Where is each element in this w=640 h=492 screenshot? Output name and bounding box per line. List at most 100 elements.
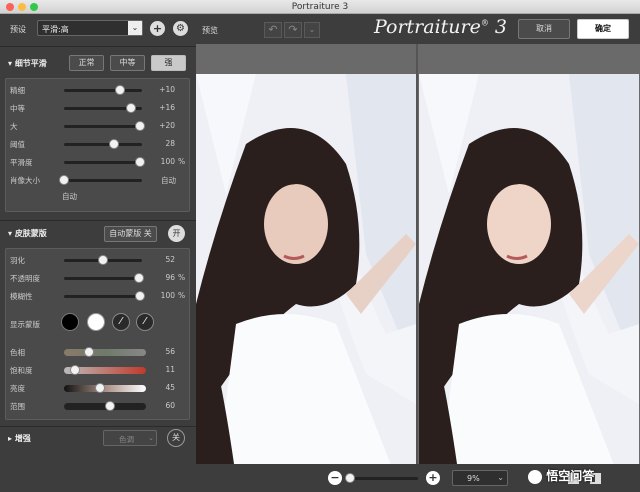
- slider-value: 28: [165, 139, 175, 148]
- close-window-button[interactable]: [6, 3, 14, 11]
- slider-value: 56: [165, 347, 175, 356]
- chevron-down-icon: ▾: [8, 59, 15, 68]
- slider-track[interactable]: [64, 273, 144, 283]
- slider-label: 范围: [10, 402, 25, 411]
- ok-button[interactable]: 确定: [577, 19, 629, 39]
- slider-track[interactable]: [64, 365, 146, 375]
- show-mask-label: 显示蒙版: [10, 320, 40, 329]
- slider-track[interactable]: [64, 255, 142, 265]
- auto-mask-button[interactable]: 自动蒙版 关: [104, 226, 157, 242]
- mode-strong-button[interactable]: 强: [151, 55, 186, 71]
- add-preset-button[interactable]: +: [150, 21, 165, 36]
- chevron-down-icon: ⌄: [128, 21, 142, 35]
- slider-value: 100: [160, 157, 175, 166]
- detail-smoothing-group: 精细 +10 中等 +16 大 +20 阈值 28 平滑度 100% 肖像大小 自动 自动: [5, 78, 190, 212]
- slider-row: 模糊性 100%: [6, 289, 191, 303]
- slider-row: 大 +20: [6, 119, 191, 133]
- slider-knob[interactable]: [134, 121, 145, 131]
- slider-row: 不透明度 96%: [6, 271, 191, 285]
- slider-track[interactable]: [64, 383, 146, 393]
- slider-label: 色相: [10, 348, 25, 357]
- slider-knob[interactable]: [134, 157, 145, 167]
- slider-track[interactable]: [64, 347, 146, 357]
- zoom-slider-track[interactable]: [345, 473, 418, 483]
- gear-icon[interactable]: ⚙: [173, 21, 188, 36]
- slider-unit: %: [178, 291, 186, 300]
- slider-knob[interactable]: [69, 365, 80, 375]
- preset-label: 预设: [10, 25, 26, 34]
- slider-knob[interactable]: [98, 255, 108, 265]
- slider-label: 肖像大小: [10, 176, 40, 185]
- mode-normal-button[interactable]: 正常: [69, 55, 104, 71]
- zoom-value: 9%: [467, 474, 480, 483]
- chevron-down-icon: ▾: [8, 229, 15, 238]
- cancel-button[interactable]: 取消: [518, 19, 570, 39]
- slider-knob[interactable]: [115, 85, 126, 95]
- slider-unit: %: [178, 273, 186, 282]
- slider-track[interactable]: [64, 121, 145, 131]
- slider-knob[interactable]: [95, 383, 106, 393]
- skin-mask-group: 羽化 52 不透明度 96% 模糊性 100% 显示蒙版 ⁄ ⁄ 色相 56 饱和度 11 亮度 4…: [5, 248, 190, 420]
- chevron-down-icon: ⌄: [497, 473, 504, 482]
- slider-label: 模糊性: [10, 292, 33, 301]
- skin-mask-title: 皮肤蒙版: [14, 229, 47, 238]
- white-mask-swatch[interactable]: [87, 313, 105, 331]
- slider-knob[interactable]: [126, 103, 137, 113]
- window-title: Portraiture 3: [291, 2, 349, 12]
- slider-knob[interactable]: [108, 139, 119, 149]
- zoom-select[interactable]: 9% ⌄: [452, 470, 508, 486]
- black-mask-swatch[interactable]: [61, 313, 79, 331]
- redo-icon[interactable]: ↷: [284, 22, 302, 38]
- watermark: 悟空问答: [528, 467, 594, 484]
- tone-select[interactable]: 色调 ⌄: [103, 430, 157, 446]
- slider-row: 色相 56: [6, 345, 191, 359]
- detail-smoothing-title: 细节平滑: [14, 59, 47, 68]
- preset-value: 平滑:高: [42, 25, 69, 34]
- slider-knob[interactable]: [104, 401, 115, 411]
- slider-track[interactable]: [59, 175, 142, 185]
- slider-row: 羽化 52: [6, 253, 191, 267]
- slider-track[interactable]: [64, 103, 142, 113]
- zoom-out-button[interactable]: −: [328, 471, 342, 485]
- slider-track[interactable]: [64, 85, 142, 95]
- history-dropdown-icon[interactable]: ⌄: [304, 22, 320, 38]
- eyedropper-icon[interactable]: ⁄: [112, 313, 130, 331]
- slider-knob[interactable]: [59, 175, 69, 185]
- preset-select[interactable]: 平滑:高 ⌄: [37, 20, 143, 36]
- skin-mask-header[interactable]: ▾ 皮肤蒙版: [0, 224, 196, 244]
- tone-label: 色调: [119, 435, 134, 444]
- divider: [0, 46, 196, 47]
- slider-track[interactable]: [64, 139, 142, 149]
- chevron-right-icon: ▸: [8, 434, 15, 443]
- slider-knob[interactable]: [133, 273, 144, 283]
- slider-knob[interactable]: [134, 291, 145, 301]
- enhance-off-button[interactable]: 关: [167, 429, 185, 447]
- zoom-slider-knob[interactable]: [345, 473, 355, 483]
- watermark-icon: [528, 469, 542, 484]
- mask-on-button[interactable]: 开: [168, 225, 185, 242]
- mode-medium-button[interactable]: 中等: [110, 55, 145, 71]
- slider-track[interactable]: [64, 291, 145, 301]
- slider-label: 阈值: [10, 140, 25, 149]
- window-title-bar: Portraiture 3: [0, 0, 640, 14]
- watermark-text: 悟空问答: [546, 469, 595, 483]
- slider-track[interactable]: [64, 157, 145, 167]
- slider-row: 精细 +10: [6, 83, 191, 97]
- slider-row: 饱和度 11: [6, 363, 191, 377]
- eyedropper-add-icon[interactable]: ⁄: [136, 313, 154, 331]
- slider-track[interactable]: [64, 401, 146, 411]
- zoom-in-button[interactable]: +: [426, 471, 440, 485]
- portrait-size-row: 肖像大小 自动: [6, 173, 191, 187]
- slider-knob[interactable]: [83, 347, 94, 357]
- undo-icon[interactable]: ↶: [264, 22, 282, 38]
- minimize-window-button[interactable]: [18, 3, 26, 11]
- slider-value: 11: [165, 365, 175, 374]
- slider-row: 亮度 45: [6, 381, 191, 395]
- zoom-window-button[interactable]: [30, 3, 38, 11]
- slider-value: +16: [159, 103, 175, 112]
- slider-label: 羽化: [10, 256, 25, 265]
- slider-unit: %: [178, 157, 186, 166]
- logo-text: Portraiture: [374, 16, 481, 38]
- logo: Portraiture® 3: [374, 16, 507, 38]
- slider-label: 中等: [10, 104, 25, 113]
